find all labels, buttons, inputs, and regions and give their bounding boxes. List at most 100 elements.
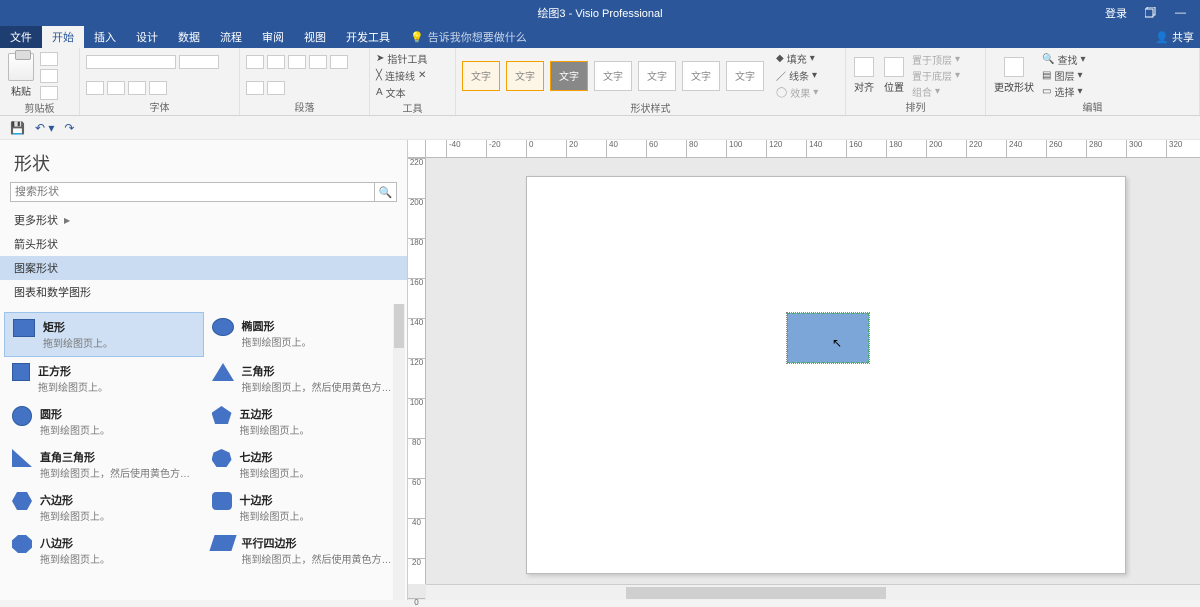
group-tools: ➤指针工具 ╳连接线✕ A文本 工具 [370,48,456,115]
connector-icon: ╳ [376,70,382,81]
shape-swatch-icon [13,319,35,337]
style-preset-1[interactable]: 文字 [462,61,500,91]
cursor-icon: ↖ [832,336,842,350]
shape-master[interactable]: 平行四边形拖到绘图页上，然后使用黄色方形... [204,529,404,572]
ruler-vertical[interactable]: 220200180160140120100806040200 [408,158,426,584]
minimize-button[interactable]: — [1175,7,1186,19]
tab-3[interactable]: 数据 [168,26,210,48]
paste-button[interactable]: 粘贴 [6,51,36,100]
shape-master[interactable]: 直角三角形拖到绘图页上，然后使用黄色方形... [4,443,204,486]
scrollbar-thumb[interactable] [394,304,404,348]
stencil-item[interactable]: 更多形状▶ [0,208,407,232]
tab-5[interactable]: 审阅 [252,26,294,48]
search-icon: 🔍 [379,186,393,199]
align-button[interactable]: 对齐 [852,55,876,96]
format-painter-button[interactable] [40,86,58,100]
style-preset-5[interactable]: 文字 [638,61,676,91]
layers-button[interactable]: ▤图层▾ [1042,68,1085,83]
save-icon[interactable]: 💾 [10,121,25,135]
find-button[interactable]: 🔍查找▾ [1042,52,1085,67]
shape-master[interactable]: 八边形拖到绘图页上。 [4,529,204,572]
login-button[interactable]: 登录 [1105,5,1127,21]
style-preset-4[interactable]: 文字 [594,61,632,91]
tab-7[interactable]: 开发工具 [336,26,400,48]
style-preset-6[interactable]: 文字 [682,61,720,91]
shape-master[interactable]: 正方形拖到绘图页上。 [4,357,204,400]
tab-0[interactable]: 开始 [42,26,84,48]
tab-file[interactable]: 文件 [0,26,42,48]
cut-button[interactable] [40,52,58,66]
canvas-viewport[interactable]: ↖ [426,158,1200,584]
scrollbar-thumb[interactable] [626,587,886,599]
group-editing: 更改形状 🔍查找▾ ▤图层▾ ▭选择▾ 编辑 [986,48,1200,115]
quick-access-toolbar: 💾 ↶ ▾ ↷ [0,116,1200,140]
position-button[interactable]: 位置 [882,55,906,96]
style-preset-3[interactable]: 文字 [550,61,588,91]
tab-6[interactable]: 视图 [294,26,336,48]
redo-icon[interactable]: ↷ [64,121,74,135]
shape-master[interactable]: 三角形拖到绘图页上，然后使用黄色方形... [204,357,404,400]
underline-button[interactable] [128,81,146,95]
connector-tool-button[interactable]: ╳连接线✕ [376,68,426,83]
align-center-button[interactable] [267,55,285,69]
pointer-tool-button[interactable]: ➤指针工具 [376,51,427,66]
group-button[interactable]: 组合▾ [912,84,960,99]
shape-master[interactable]: 矩形拖到绘图页上。 [4,312,204,357]
group-paragraph: 段落 [240,48,370,115]
indent-dec-button[interactable] [246,81,264,95]
change-shape-button[interactable]: 更改形状 [992,55,1036,96]
shape-master[interactable]: 椭圆形拖到绘图页上。 [204,312,404,357]
ribbon-tabs: 文件 开始插入设计数据流程审阅视图开发工具 💡 告诉我你想要做什么 👤 共享 [0,26,1200,48]
ruler-tick: 60 [408,478,425,487]
italic-button[interactable] [107,81,125,95]
fill-button[interactable]: ◆填充▾ [776,51,818,66]
copy-button[interactable] [40,69,58,83]
tab-2[interactable]: 设计 [126,26,168,48]
undo-icon[interactable]: ↶ ▾ [35,121,54,135]
align-right-button[interactable] [288,55,306,69]
search-shapes-button[interactable]: 🔍 [375,182,397,202]
tell-me[interactable]: 💡 告诉我你想要做什么 [410,26,527,48]
shape-hint: 拖到绘图页上。 [40,508,110,523]
shape-name: 七边形 [240,449,310,465]
text-tool-button[interactable]: A文本 [376,85,406,100]
horizontal-scrollbar[interactable] [426,584,1200,600]
font-size-select[interactable] [179,55,219,69]
send-back-button[interactable]: 置于底层▾ [912,68,960,83]
shapes-scrollbar[interactable] [393,304,405,600]
bullets-button[interactable] [309,55,327,69]
shape-name: 八边形 [40,535,110,551]
effects-button[interactable]: ◯效果▾ [776,85,818,100]
shape-master[interactable]: 七边形拖到绘图页上。 [204,443,404,486]
bold-button[interactable] [86,81,104,95]
tab-1[interactable]: 插入 [84,26,126,48]
line-button[interactable]: ／线条▾ [776,68,818,83]
stencil-item[interactable]: 图表和数学图形 [0,280,407,304]
style-preset-2[interactable]: 文字 [506,61,544,91]
shape-master[interactable]: 六边形拖到绘图页上。 [4,486,204,529]
style-preset-7[interactable]: 文字 [726,61,764,91]
stencil-item[interactable]: 图案形状 [0,256,407,280]
shape-master[interactable]: 十边形拖到绘图页上。 [204,486,404,529]
ruler-horizontal[interactable]: -40-200204060801001201401601802002202402… [426,140,1200,158]
shape-rectangle-instance[interactable]: ↖ [787,313,869,363]
search-shapes-input[interactable] [10,182,375,202]
shape-hint: 拖到绘图页上。 [240,508,310,523]
shape-master[interactable]: 五边形拖到绘图页上。 [204,400,404,443]
ruler-tick: 0 [526,140,533,158]
share-button[interactable]: 👤 共享 [1155,26,1200,48]
select-button[interactable]: ▭选择▾ [1042,84,1085,99]
restore-window-icon[interactable] [1145,7,1157,19]
indent-inc-button[interactable] [330,55,348,69]
ruler-tick: 40 [606,140,618,158]
rotate-text-button[interactable] [267,81,285,95]
bring-front-button[interactable]: 置于顶层▾ [912,52,960,67]
tab-4[interactable]: 流程 [210,26,252,48]
font-family-select[interactable] [86,55,176,69]
stencil-item[interactable]: 箭头形状 [0,232,407,256]
shape-master[interactable]: 圆形拖到绘图页上。 [4,400,204,443]
drawing-page[interactable]: ↖ [526,176,1126,574]
effects-icon: ◯ [776,87,787,98]
align-left-button[interactable] [246,55,264,69]
font-color-button[interactable] [149,81,167,95]
